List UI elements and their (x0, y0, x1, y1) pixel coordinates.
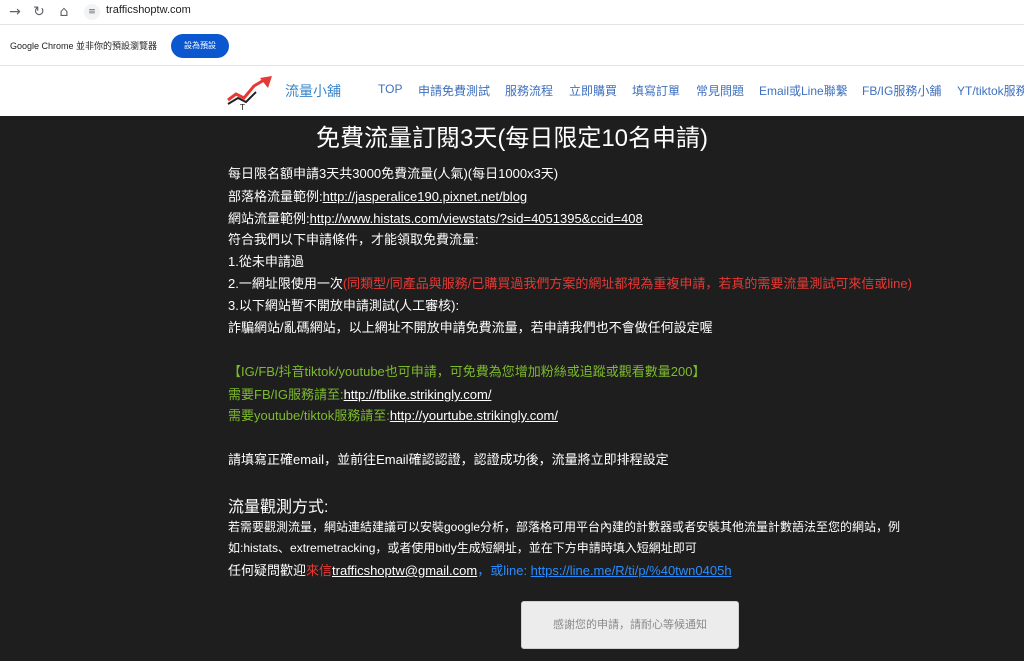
condition-2-note: (同類型/同產品與服務/已購買過我們方案的網址都視為重複申請，若真的需要流量測試… (342, 276, 912, 291)
condition-3: 3.以下網站暫不開放申請測試(人工審核): (228, 298, 460, 313)
submit-button[interactable]: 感謝您的申請，請耐心等候通知 (521, 601, 739, 649)
address-bar[interactable]: trafficshoptw.com (106, 4, 191, 16)
reload-icon[interactable]: ↻ (30, 3, 48, 21)
contact-line-label: ，或line: (477, 563, 531, 578)
observe-line-2: 如:histats、extremetracking，或者使用bitly生成短網址… (228, 541, 697, 555)
menu-item-order-form[interactable]: 填寫訂單 (632, 82, 680, 99)
contact-red-text: 來信 (306, 563, 333, 578)
yt-tiktok-service-link[interactable]: http://yourtube.strikingly.com/ (390, 408, 558, 423)
browser-toolbar: → ↻ ⌂ ≡ trafficshoptw.com (0, 0, 1024, 25)
fb-ig-service-link[interactable]: http://fblike.strikingly.com/ (344, 387, 492, 402)
set-default-button[interactable]: 設為預設 (171, 34, 229, 58)
condition-1: 1.從未申請過 (228, 254, 304, 269)
blog-example-label: 部落格流量範例: (228, 189, 323, 204)
menu-item-service-flow[interactable]: 服務流程 (505, 82, 553, 99)
social-promo: 【IG/FB/抖音tiktok/youtube也可申請，可免費為您增加粉絲或追蹤… (228, 364, 706, 379)
yt-tiktok-service-line: 需要youtube/tiktok服務請至:http://yourtube.str… (228, 405, 558, 424)
menu-item-top[interactable]: TOP (378, 82, 402, 96)
menu-item-yt-tiktok[interactable]: YT/tiktok服務 (957, 82, 1024, 99)
contact-email-link[interactable]: trafficshoptw@gmail.com (332, 563, 477, 578)
condition-2-text: 2.一網址限使用一次 (228, 276, 343, 291)
menu-item-faq[interactable]: 常見問題 (696, 82, 744, 99)
menu-item-contact[interactable]: Email或Line聯繫 (759, 82, 848, 99)
fb-ig-service-label: 需要FB/IG服務請至: (228, 387, 344, 402)
yt-tiktok-service-label: 需要youtube/tiktok服務請至: (228, 408, 390, 423)
site-example-label: 網站流量範例: (228, 211, 310, 226)
menu-item-fb-ig[interactable]: FB/IG服務小舖 (862, 82, 941, 99)
forward-arrow-icon[interactable]: → (6, 3, 24, 21)
default-browser-infobar: Google Chrome 並非你的預設瀏覽器 (0, 25, 1024, 66)
blocked-sites-note: 詐騙網站/亂碼網站，以上網址不開放申請免費流量，若申請我們也不會做任何設定喔 (228, 320, 713, 335)
logo-icon[interactable]: T (226, 74, 274, 112)
contact-prefix: 任何疑問歡迎 (228, 563, 307, 578)
observe-line-1: 若需要觀測流量，網站連結建議可以安裝google分析，部落格可用平台內建的計數器… (228, 520, 901, 534)
site-logo-text[interactable]: 流量小舖 (285, 81, 341, 101)
site-example-link[interactable]: http://www.histats.com/viewstats/?sid=40… (310, 211, 643, 226)
site-info-icon[interactable]: ≡ (84, 4, 100, 20)
observe-heading: 流量觀測方式: (228, 499, 329, 516)
blog-example-link[interactable]: http://jasperalice190.pixnet.net/blog (323, 189, 528, 204)
conditions-heading: 符合我們以下申請條件，才能領取免費流量: (228, 232, 479, 247)
blog-example-line: 部落格流量範例:http://jasperalice190.pixnet.net… (228, 186, 527, 205)
contact-line: 任何疑問歡迎來信trafficshoptw@gmail.com，或line: h… (228, 560, 732, 579)
infobar-message: Google Chrome 並非你的預設瀏覽器 (10, 41, 158, 51)
home-icon[interactable]: ⌂ (55, 3, 73, 21)
site-example-line: 網站流量範例:http://www.histats.com/viewstats/… (228, 208, 643, 227)
fb-ig-service-line: 需要FB/IG服務請至:http://fblike.strikingly.com… (228, 384, 491, 403)
svg-text:T: T (239, 103, 245, 112)
condition-2: 2.一網址限使用一次(同類型/同產品與服務/已購買過我們方案的網址都視為重複申請… (228, 273, 912, 292)
contact-line-link[interactable]: https://line.me/R/ti/p/%40twn0405h (531, 563, 732, 578)
intro-line: 每日限名額申請3天共3000免費流量(人氣)(每日1000x3天) (228, 166, 559, 181)
page-title: 免費流量訂閱3天(每日限定10名申請) (315, 125, 709, 152)
menu-item-free-trial[interactable]: 申請免費測試 (418, 82, 490, 99)
email-instructions: 請填寫正確email，並前往Email確認認證，認證成功後，流量將立即排程設定 (228, 452, 669, 467)
menu-item-buy-now[interactable]: 立即購買 (569, 82, 617, 99)
